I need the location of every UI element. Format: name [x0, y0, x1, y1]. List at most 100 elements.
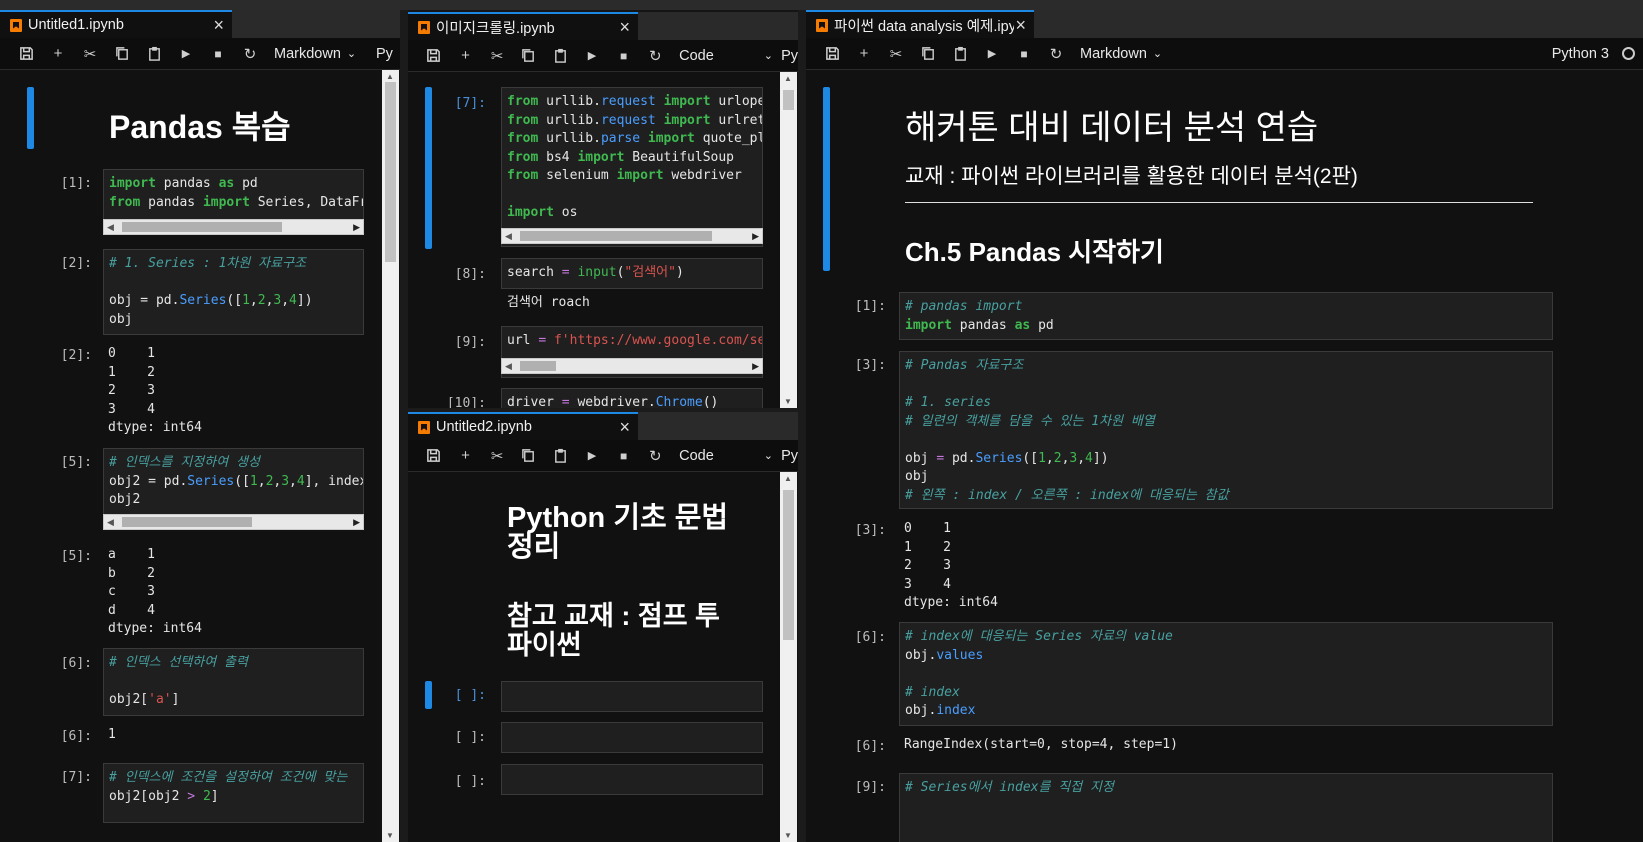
markdown-heading: Pandas 복습 [109, 109, 291, 145]
add-icon[interactable]: + [450, 440, 482, 472]
cell-prompt: [10]: [446, 396, 486, 408]
cell-output: 0 1 1 2 2 3 3 4 dtype: int64 [904, 521, 998, 610]
chevron-down-icon: ⌄ [763, 50, 774, 62]
output-prompt: [3]: [854, 523, 886, 538]
close-icon[interactable]: × [213, 16, 224, 34]
output-prompt: [6]: [60, 729, 92, 744]
code-cell[interactable] [501, 681, 763, 712]
tab-title: 이미지크롤링.ipynb [436, 20, 555, 37]
kernel-name[interactable]: Python 3 [1552, 46, 1609, 62]
code-cell[interactable]: # 인덱스에 조건을 설정하여 조건에 맞는 obj2[obj2 > 2] [103, 763, 364, 823]
cell-type-dropdown[interactable]: Code ⌄ [679, 448, 773, 464]
cell-prompt: [2]: [60, 256, 92, 271]
close-icon[interactable]: × [619, 418, 630, 436]
cut-icon[interactable]: ✂ [481, 40, 513, 72]
run-icon[interactable]: ▶ [976, 38, 1008, 70]
code-cell[interactable]: search = input("검색어") [501, 258, 763, 289]
add-icon[interactable]: + [848, 38, 880, 70]
cell-type-dropdown[interactable]: Markdown ⌄ [1080, 46, 1168, 62]
chevron-down-icon: ⌄ [763, 450, 774, 462]
horizontal-scrollbar[interactable]: ◀ ▶ [501, 358, 763, 374]
copy-icon[interactable] [513, 40, 545, 72]
code-cell[interactable]: import pandas as pd from pandas import S… [103, 169, 364, 222]
paste-icon[interactable] [944, 38, 976, 70]
horizontal-scrollbar[interactable]: ◀ ▶ [501, 228, 763, 244]
run-icon[interactable]: ▶ [170, 38, 202, 70]
notebook-icon [816, 18, 828, 32]
kernel-name[interactable]: Py [781, 48, 798, 64]
vertical-scrollbar[interactable]: ▲ ▼ [780, 72, 797, 408]
restart-icon[interactable]: ↻ [234, 38, 266, 70]
notebook-panel-data-analysis: 파이썬 data analysis 예제.ipynb × + ✂ ▶ ■ ↻ M… [806, 10, 1643, 842]
cell-prompt: [9]: [454, 335, 486, 350]
code-cell[interactable]: # Pandas 자료구조 # 1. series # 일련의 객체를 담을 수… [899, 351, 1553, 509]
code-cell[interactable] [501, 764, 763, 795]
paste-icon[interactable] [545, 440, 577, 472]
output-prompt: [2]: [60, 348, 92, 363]
notebook-content: Pandas 복습 [1]: import pandas as pd from … [0, 70, 400, 842]
code-cell[interactable]: # Series에서 index를 직접 지정 [899, 773, 1553, 842]
save-icon[interactable] [418, 40, 450, 72]
tab-data-analysis[interactable]: 파이썬 data analysis 예제.ipynb × [806, 10, 1034, 38]
code-cell[interactable]: # 1. Series : 1차원 자료구조 obj = pd.Series([… [103, 249, 364, 335]
panel-divider[interactable] [798, 10, 806, 842]
close-icon[interactable]: × [619, 18, 630, 36]
cell-output: RangeIndex(start=0, stop=4, step=1) [904, 737, 1178, 752]
cell-prompt: [ ]: [454, 774, 486, 789]
copy-icon[interactable] [912, 38, 944, 70]
copy-icon[interactable] [513, 440, 545, 472]
chevron-down-icon: ⌄ [346, 48, 357, 60]
stop-icon[interactable]: ■ [1008, 38, 1040, 70]
notebook-toolbar: + ✂ ▶ ■ ↻ Code ⌄ Py [408, 440, 798, 472]
paste-icon[interactable] [545, 40, 577, 72]
save-icon[interactable] [816, 38, 848, 70]
tab-untitled1[interactable]: Untitled1.ipynb × [0, 10, 232, 38]
kernel-name[interactable]: Py [376, 46, 393, 62]
add-icon[interactable]: + [42, 38, 74, 70]
tab-title: Untitled1.ipynb [28, 17, 124, 33]
code-cell[interactable]: from urllib.request import urlopen from … [501, 87, 763, 247]
tab-untitled2[interactable]: Untitled2.ipynb × [408, 412, 638, 440]
window-left-edge [0, 0, 1643, 10]
save-icon[interactable] [418, 440, 450, 472]
cut-icon[interactable]: ✂ [880, 38, 912, 70]
cell-type-dropdown[interactable]: Code ⌄ [679, 48, 773, 64]
stop-icon[interactable]: ■ [608, 440, 640, 472]
stop-icon[interactable]: ■ [202, 38, 234, 70]
code-cell[interactable]: # index에 대응되는 Series 자료의 value obj.value… [899, 622, 1553, 726]
cell-type-dropdown[interactable]: Markdown ⌄ [274, 46, 362, 62]
restart-icon[interactable]: ↻ [639, 440, 671, 472]
restart-icon[interactable]: ↻ [639, 40, 671, 72]
code-cell[interactable]: driver = webdriver.Chrome() [501, 388, 763, 408]
code-cell[interactable] [501, 722, 763, 753]
run-icon[interactable]: ▶ [576, 40, 608, 72]
save-icon[interactable] [10, 38, 42, 70]
cut-icon[interactable]: ✂ [74, 38, 106, 70]
vertical-scrollbar[interactable]: ▲ ▼ [382, 70, 399, 842]
cell-prompt: [1]: [854, 299, 886, 314]
markdown-heading: 해커톤 대비 데이터 분석 연습 [905, 109, 1319, 147]
code-cell[interactable]: # 인덱스를 지정하여 생성 obj2 = pd.Series([1,2,3,4… [103, 448, 364, 516]
tab-image-crawling[interactable]: 이미지크롤링.ipynb × [408, 12, 638, 40]
add-icon[interactable]: + [450, 40, 482, 72]
vertical-scrollbar[interactable]: ▲ ▼ [780, 472, 797, 842]
cut-icon[interactable]: ✂ [481, 440, 513, 472]
notebook-toolbar: + ✂ ▶ ■ ↻ Markdown ⌄ Python 3 [806, 38, 1643, 70]
panel-divider[interactable] [408, 408, 798, 412]
code-cell[interactable]: # pandas import import pandas as pd [899, 292, 1553, 340]
active-cell-indicator [823, 87, 830, 271]
run-icon[interactable]: ▶ [576, 440, 608, 472]
cell-prompt: [3]: [854, 358, 886, 373]
panel-divider[interactable] [400, 10, 408, 842]
code-cell[interactable]: # 인덱스 선택하여 출력 obj2['a'] [103, 648, 364, 716]
horizontal-scrollbar[interactable]: ◀ ▶ [103, 219, 364, 235]
paste-icon[interactable] [138, 38, 170, 70]
copy-icon[interactable] [106, 38, 138, 70]
close-icon[interactable]: × [1015, 16, 1026, 34]
kernel-name[interactable]: Py [781, 448, 798, 464]
restart-icon[interactable]: ↻ [1040, 38, 1072, 70]
cell-prompt: [8]: [454, 267, 486, 282]
stop-icon[interactable]: ■ [608, 40, 640, 72]
horizontal-scrollbar[interactable]: ◀ ▶ [103, 514, 364, 530]
kernel-status-icon [1622, 47, 1635, 60]
